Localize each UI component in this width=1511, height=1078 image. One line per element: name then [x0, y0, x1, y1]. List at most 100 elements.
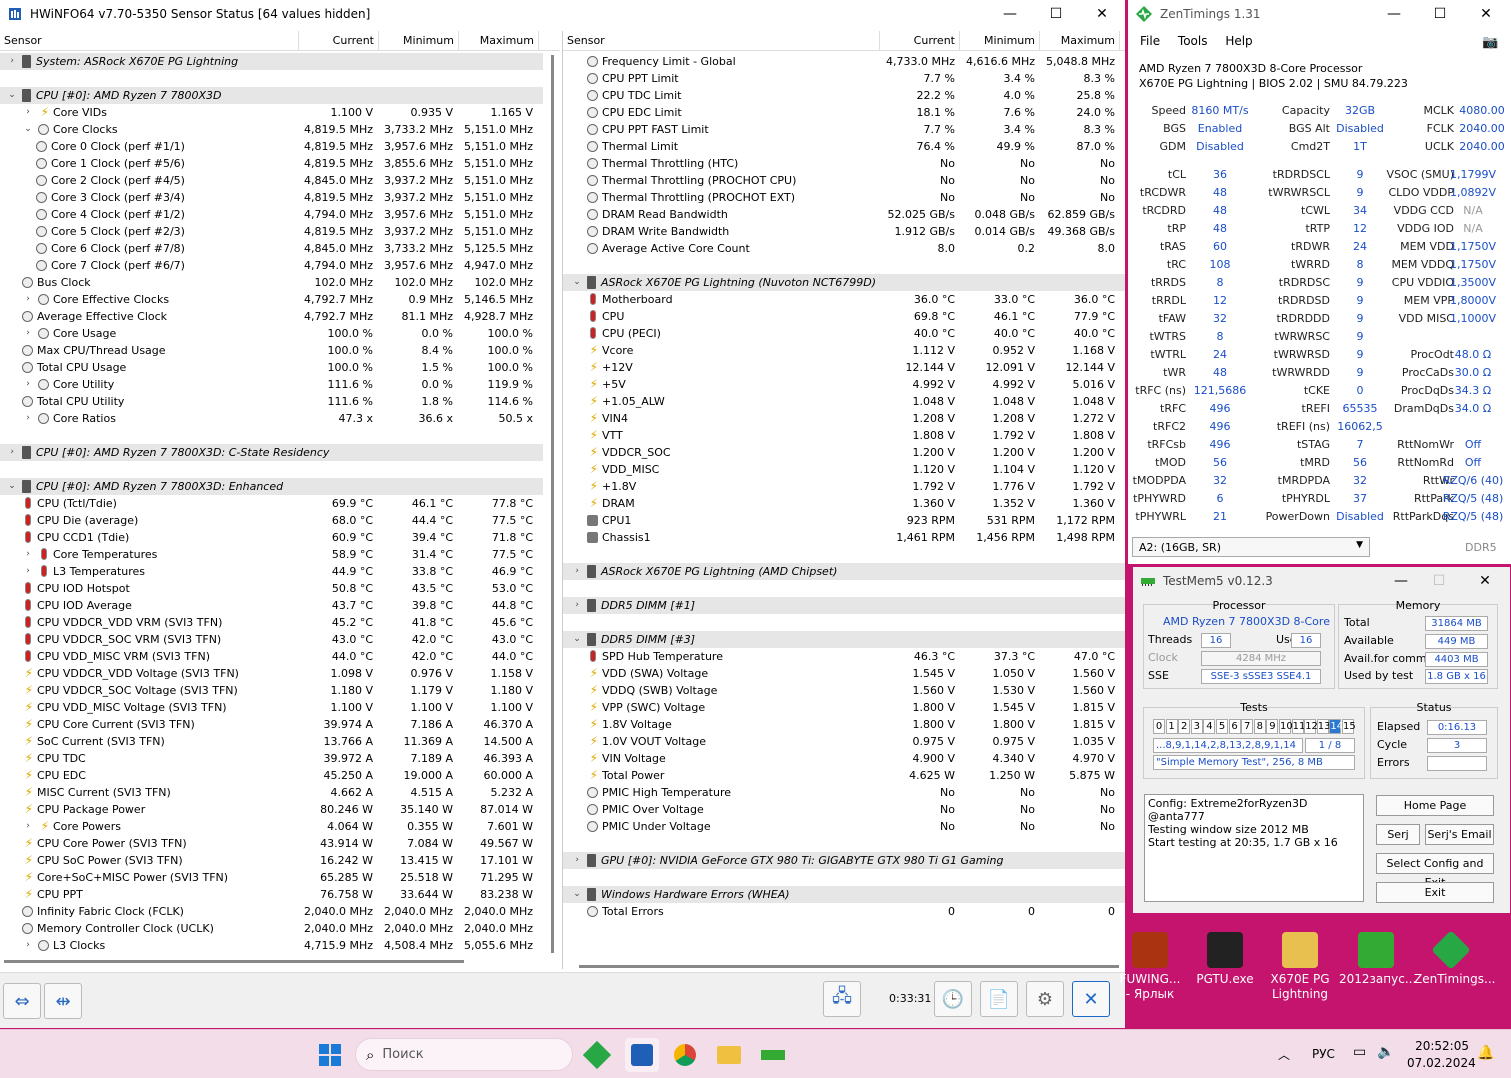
sensor-row[interactable]: CPU EDC Limit 18.1 % 7.6 % 24.0 % [563, 104, 1125, 121]
sensor-row[interactable]: PMIC High Temperature No No No [563, 784, 1125, 801]
menu-help[interactable]: Help [1225, 34, 1252, 48]
test-number[interactable]: 2 [1178, 719, 1191, 734]
expand-chevron-icon[interactable]: › [6, 444, 18, 461]
sensor-group-row[interactable]: › GPU [#0]: NVIDIA GeForce GTX 980 Ti: GI… [563, 852, 1125, 869]
sensor-row[interactable]: DRAM Write Bandwidth 1.912 GB/s 0.014 GB/s… [563, 223, 1125, 240]
sensor-row[interactable]: Bus Clock 102.0 MHz 102.0 MHz 102.0 MHz [0, 274, 560, 291]
sensor-row[interactable]: › Core Usage 100.0 % 0.0 % 100.0 % [0, 325, 560, 342]
sensor-row[interactable]: ⚡ VIN4 1.208 V 1.208 V 1.272 V [563, 410, 1125, 427]
sensor-row[interactable]: CPU Die (average) 68.0 °C 44.4 °C 77.5 °C [0, 512, 560, 529]
desktop-icon-folder[interactable]: X670E PG Lightning [1263, 932, 1337, 1002]
taskbar-testmem-icon[interactable] [756, 1038, 790, 1072]
sensor-group-row[interactable]: ⌄ CPU [#0]: AMD Ryzen 7 7800X3D [0, 87, 543, 104]
sensor-row[interactable]: Core 3 Clock (perf #3/4) 4,819.5 MHz 3,937… [0, 189, 560, 206]
sensor-row[interactable]: ⚡ CPU PPT 76.758 W 33.644 W 83.238 W [0, 886, 560, 903]
taskbar-hwinfo-icon[interactable] [625, 1038, 659, 1072]
col-minimum[interactable]: Minimum [960, 31, 1040, 50]
expand-chevron-icon[interactable]: › [22, 325, 34, 342]
volume-icon[interactable]: 🔈 [1377, 1044, 1394, 1060]
sensor-row[interactable]: ⚡ Vcore 1.112 V 0.952 V 1.168 V [563, 342, 1125, 359]
sensor-row[interactable]: Max CPU/Thread Usage 100.0 % 8.4 % 100.0 % [0, 342, 560, 359]
close-x-icon[interactable]: ✕ [1072, 981, 1110, 1017]
test-number[interactable]: 1 [1165, 719, 1178, 734]
zen-titlebar[interactable]: ZenTimings 1.31 — ☐ ✕ [1128, 0, 1511, 28]
expand-chevron-icon[interactable]: › [22, 563, 34, 580]
sensor-row[interactable]: ⌄ Core Clocks 4,819.5 MHz 3,733.2 MHz 5,151.… [0, 121, 560, 138]
sensor-row[interactable]: ⚡ 1.8V Voltage 1.800 V 1.800 V 1.815 V [563, 716, 1125, 733]
sensor-row[interactable]: CPU VDDCR_SOC VRM (SVI3 TFN) 43.0 °C 42.0 … [0, 631, 560, 648]
close-button[interactable]: ✕ [1465, 567, 1505, 595]
maximize-button[interactable]: ☐ [1033, 0, 1079, 28]
close-button[interactable]: ✕ [1079, 0, 1125, 28]
taskbar-zentimings-icon[interactable] [580, 1038, 614, 1072]
test-number[interactable]: 3 [1190, 719, 1203, 734]
expand-chevron-icon[interactable]: › [22, 104, 34, 121]
sensor-row[interactable]: ⚡ 1.0V VOUT Voltage 0.975 V 0.975 V 1.035 V [563, 733, 1125, 750]
horizontal-scrollbar[interactable] [4, 960, 464, 963]
minimize-button[interactable]: — [1381, 567, 1421, 595]
desktop-icon-pgtu[interactable]: PGTU.exe [1188, 932, 1262, 987]
hwinfo-titlebar[interactable]: HWiNFO64 v7.70-5350 Sensor Status [64 va… [0, 0, 1125, 28]
minimize-button[interactable]: — [987, 0, 1033, 28]
test-number[interactable]: 4 [1203, 719, 1216, 734]
col-minimum[interactable]: Minimum [379, 31, 459, 50]
expand-chevron-icon[interactable]: › [22, 546, 34, 563]
sensor-row[interactable]: › ⚡ Core Powers 4.064 W 0.355 W 7.601 W [0, 818, 560, 835]
sensor-row[interactable]: ⚡ +1.8V 1.792 V 1.776 V 1.792 V [563, 478, 1125, 495]
language-indicator[interactable]: РУС [1312, 1047, 1335, 1061]
sensor-row[interactable]: Core 4 Clock (perf #1/2) 4,794.0 MHz 3,957… [0, 206, 560, 223]
col-current[interactable]: Current [880, 31, 960, 50]
sensor-row[interactable]: SPD Hub Temperature 46.3 °C 37.3 °C 47.0 °C [563, 648, 1125, 665]
nav-arrows-icon[interactable]: ⇔ [3, 983, 41, 1019]
sensor-row[interactable]: ⚡ CPU VDDCR_SOC Voltage (SVI3 TFN) 1.180 V… [0, 682, 560, 699]
sensor-row[interactable]: Thermal Throttling (HTC) No No No [563, 155, 1125, 172]
sensor-row[interactable]: CPU VDD_MISC VRM (SVI3 TFN) 44.0 °C 42.0 °… [0, 648, 560, 665]
dimm-select[interactable]: A2: (16GB, SR) ▼ [1132, 537, 1370, 557]
desktop-icon-2012[interactable]: 2012запус... [1339, 932, 1416, 987]
sensor-row[interactable]: ⚡ MISC Current (SVI3 TFN) 4.662 A 4.515 A 5.… [0, 784, 560, 801]
test-number[interactable]: 10 [1279, 719, 1293, 734]
settings-gear-icon[interactable]: ⚙ [1026, 981, 1064, 1017]
serj-button[interactable]: Serj [1376, 824, 1420, 845]
sensor-row[interactable]: › Core Ratios 47.3 x 36.6 x 50.5 x [0, 410, 560, 427]
maximize-button[interactable]: ☐ [1420, 0, 1460, 28]
sensor-row[interactable]: › L3 Temperatures 44.9 °C 33.8 °C 46.9 °C [0, 563, 560, 580]
desktop-icon-fuwing[interactable]: FUWING... - Ярлык [1117, 932, 1183, 1002]
sensor-group-row[interactable]: › ASRock X670E PG Lightning (AMD Chipset) [563, 563, 1125, 580]
col-maximum[interactable]: Maximum [1040, 31, 1120, 50]
taskbar-chrome-icon[interactable] [668, 1038, 702, 1072]
col-maximum[interactable]: Maximum [459, 31, 539, 50]
collapse-chevron-icon[interactable]: ⌄ [6, 478, 18, 495]
sensor-row[interactable]: Thermal Throttling (PROCHOT CPU) No No No [563, 172, 1125, 189]
expand-chevron-icon[interactable]: › [571, 597, 583, 614]
sensor-row[interactable]: ⚡ CPU VDD_MISC Voltage (SVI3 TFN) 1.100 V 1… [0, 699, 560, 716]
network-status-icon[interactable]: ▭ [1353, 1044, 1366, 1060]
sensor-row[interactable]: CPU 69.8 °C 46.1 °C 77.9 °C [563, 308, 1125, 325]
sensor-row[interactable]: ⚡ CPU Core Current (SVI3 TFN) 39.974 A 7.18… [0, 716, 560, 733]
sensor-row[interactable]: PMIC Under Voltage No No No [563, 818, 1125, 835]
sensor-row[interactable]: ⚡ CPU TDC 39.972 A 7.189 A 46.393 A [0, 750, 560, 767]
sensor-row[interactable]: CPU CCD1 (Tdie) 60.9 °C 39.4 °C 71.8 °C [0, 529, 560, 546]
sensor-row[interactable]: ⚡ VDD (SWA) Voltage 1.545 V 1.050 V 1.560 V [563, 665, 1125, 682]
sensor-row[interactable]: ⚡ VDDQ (SWB) Voltage 1.560 V 1.530 V 1.560 V [563, 682, 1125, 699]
sensor-group-row[interactable]: ⌄ ASRock X670E PG Lightning (Nuvoton NCT6… [563, 274, 1125, 291]
sensor-row[interactable]: Core 7 Clock (perf #6/7) 4,794.0 MHz 3,957… [0, 257, 560, 274]
sensor-row[interactable]: Total CPU Utility 111.6 % 1.8 % 114.6 % [0, 393, 560, 410]
collapse-chevron-icon[interactable]: ⌄ [571, 631, 583, 648]
col-current[interactable]: Current [299, 31, 379, 50]
col-sensor[interactable]: Sensor [563, 31, 880, 50]
sensor-row[interactable]: ⚡ VDD_MISC 1.120 V 1.104 V 1.120 V [563, 461, 1125, 478]
sensor-row[interactable]: CPU VDDCR_VDD VRM (SVI3 TFN) 45.2 °C 41.8 … [0, 614, 560, 631]
log-textarea[interactable]: Config: Extreme2forRyzen3D @anta777 Test… [1144, 794, 1364, 902]
test-number[interactable]: 12 [1304, 719, 1318, 734]
close-button[interactable]: ✕ [1466, 0, 1506, 28]
sensor-row[interactable]: PMIC Over Voltage No No No [563, 801, 1125, 818]
expand-chevron-icon[interactable]: › [571, 563, 583, 580]
sensor-row[interactable]: ⚡ CPU SoC Power (SVI3 TFN) 16.242 W 13.415 … [0, 852, 560, 869]
sensor-group-row[interactable]: ⌄ Windows Hardware Errors (WHEA) [563, 886, 1125, 903]
sensor-group-row[interactable]: ⌄ DDR5 DIMM [#3] [563, 631, 1125, 648]
sensor-row[interactable]: Core 2 Clock (perf #4/5) 4,845.0 MHz 3,937… [0, 172, 560, 189]
sensor-row[interactable]: ⚡ VTT 1.808 V 1.792 V 1.808 V [563, 427, 1125, 444]
sensor-row[interactable]: ⚡ Total Power 4.625 W 1.250 W 5.875 W [563, 767, 1125, 784]
chevron-up-icon[interactable]: ︿ [1278, 1046, 1290, 1063]
